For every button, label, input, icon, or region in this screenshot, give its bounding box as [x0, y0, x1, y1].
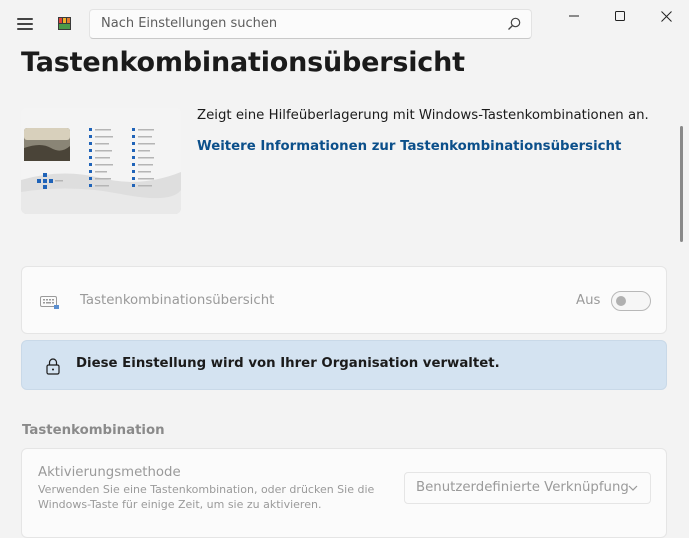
lock-icon	[46, 358, 60, 375]
learn-more-link[interactable]: Weitere Informationen zur Tastenkombinat…	[197, 139, 621, 154]
managed-by-organization-banner: Diese Einstellung wird von Ihrer Organis…	[21, 340, 667, 390]
search-placeholder: Nach Einstellungen suchen	[101, 16, 278, 31]
search-icon	[508, 17, 521, 30]
setting-card-activation-method: Aktivierungsmethode Verwenden Sie eine T…	[21, 448, 667, 538]
vertical-scrollbar[interactable]	[680, 126, 683, 242]
activation-method-dropdown[interactable]: Benutzerdefinierte Verknüpfung	[404, 472, 651, 504]
activation-title: Aktivierungsmethode	[38, 465, 181, 480]
minimize-icon	[569, 15, 579, 17]
toggle-state-label: Aus	[576, 293, 601, 308]
page-title: Tastenkombinationsübersicht	[21, 47, 465, 78]
section-header: Tastenkombination	[22, 423, 165, 438]
chevron-down-icon	[628, 485, 638, 491]
setting-card-shortcut-guide: Tastenkombinationsübersicht Aus	[21, 266, 667, 334]
toggle-knob	[616, 296, 626, 306]
setting-label: Tastenkombinationsübersicht	[80, 293, 275, 308]
search-box[interactable]: Nach Einstellungen suchen	[89, 9, 532, 39]
maximize-button[interactable]	[597, 0, 643, 32]
dropdown-selected-value: Benutzerdefinierte Verknüpfung	[416, 480, 629, 495]
settings-app-icon	[58, 17, 71, 30]
close-icon	[660, 10, 672, 22]
shortcut-guide-toggle[interactable]	[611, 291, 651, 311]
banner-message: Diese Einstellung wird von Ihrer Organis…	[76, 356, 500, 371]
feature-description: Zeigt eine Hilfeüberlagerung mit Windows…	[197, 108, 649, 123]
menu-button[interactable]	[17, 17, 33, 31]
keyboard-icon	[40, 296, 59, 309]
close-button[interactable]	[643, 0, 689, 32]
maximize-icon	[615, 11, 625, 21]
hero-illustration	[21, 108, 181, 214]
activation-description: Verwenden Sie eine Tastenkombination, od…	[38, 483, 375, 511]
minimize-button[interactable]	[551, 0, 597, 32]
